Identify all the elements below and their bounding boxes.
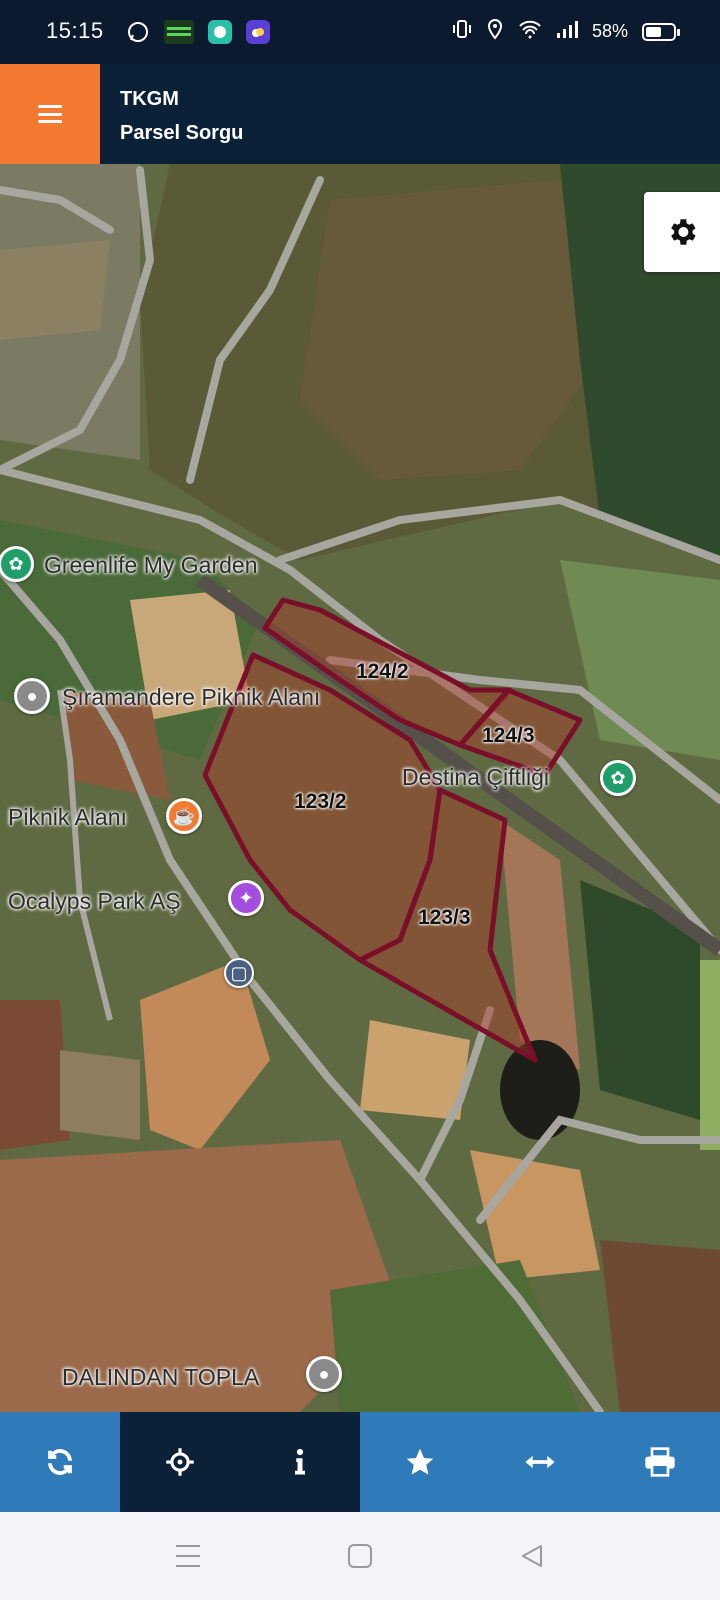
- back-icon: [522, 1545, 542, 1567]
- bus-stop-icon[interactable]: ▢: [224, 958, 254, 988]
- signal-icon: [556, 19, 578, 44]
- status-time: 15:15: [46, 18, 104, 43]
- system-indicators: 58%: [452, 18, 680, 45]
- battery-level: [646, 26, 661, 37]
- location-icon: [486, 18, 504, 45]
- whatsapp-icon: [126, 20, 150, 44]
- parcel-label: 124/2: [356, 660, 409, 683]
- refresh-icon: [48, 1449, 72, 1475]
- weather-app-icon: [246, 20, 270, 44]
- measure-icon: [525, 1455, 555, 1469]
- measure-button[interactable]: [480, 1412, 600, 1512]
- poi-label[interactable]: Şıramandere Piknik Alanı: [62, 684, 320, 711]
- flower-pin-icon[interactable]: ✿: [600, 760, 636, 796]
- home-icon: [348, 1544, 372, 1568]
- back-button[interactable]: [516, 1540, 548, 1572]
- poi-label[interactable]: Piknik Alanı: [8, 804, 127, 831]
- vibrate-icon: [452, 18, 472, 45]
- refresh-button[interactable]: [0, 1412, 120, 1512]
- poi-label[interactable]: Destina Çiftliği: [402, 764, 549, 791]
- chat-app-icon: [208, 20, 232, 44]
- app-header: TKGM Parsel Sorgu: [0, 64, 720, 164]
- poi-label[interactable]: Greenlife My Garden: [44, 552, 257, 579]
- poi-label[interactable]: Ocalyps Park AŞ: [8, 888, 181, 915]
- wifi-icon: [518, 19, 542, 44]
- hamburger-menu-icon: [38, 105, 62, 123]
- app-title: TKGM: [120, 88, 179, 110]
- status-bar: 15:15 58%: [0, 0, 720, 64]
- notification-icons: [126, 20, 270, 44]
- menu-button[interactable]: [0, 64, 100, 164]
- info-button[interactable]: [240, 1412, 360, 1512]
- print-button[interactable]: [600, 1412, 720, 1512]
- recent-apps-icon: [176, 1545, 200, 1567]
- cafe-pin-icon[interactable]: ☕: [166, 798, 202, 834]
- parcel-label: 124/3: [482, 724, 535, 747]
- grey-pin-icon[interactable]: ●: [306, 1356, 342, 1392]
- info-icon: [295, 1448, 305, 1475]
- grey-pin-icon[interactable]: ●: [14, 678, 50, 714]
- recent-apps-button[interactable]: [172, 1540, 204, 1572]
- poi-label[interactable]: DALINDAN TOPLA: [62, 1364, 259, 1391]
- parcel-label: 123/3: [418, 906, 471, 929]
- satellite-map[interactable]: 124/2 124/3 123/2 123/3 ✿ Greenlife My G…: [0, 164, 720, 1412]
- gear-icon: [671, 219, 696, 245]
- star-icon: [406, 1448, 434, 1475]
- print-icon: [645, 1447, 675, 1477]
- home-button[interactable]: [344, 1540, 376, 1572]
- favorite-button[interactable]: [360, 1412, 480, 1512]
- app-subtitle: Parsel Sorgu: [120, 122, 244, 144]
- app-icon: [164, 20, 194, 44]
- bottom-toolbar: [0, 1412, 720, 1512]
- battery-icon: [642, 22, 680, 41]
- settings-button[interactable]: [644, 192, 720, 272]
- parcel-label: 123/2: [294, 790, 347, 813]
- locate-icon: [166, 1448, 194, 1476]
- locate-button[interactable]: [120, 1412, 240, 1512]
- system-navigation-bar: [0, 1512, 720, 1600]
- battery-percent: 58%: [591, 21, 628, 41]
- purple-pin-icon[interactable]: ✦: [228, 880, 264, 916]
